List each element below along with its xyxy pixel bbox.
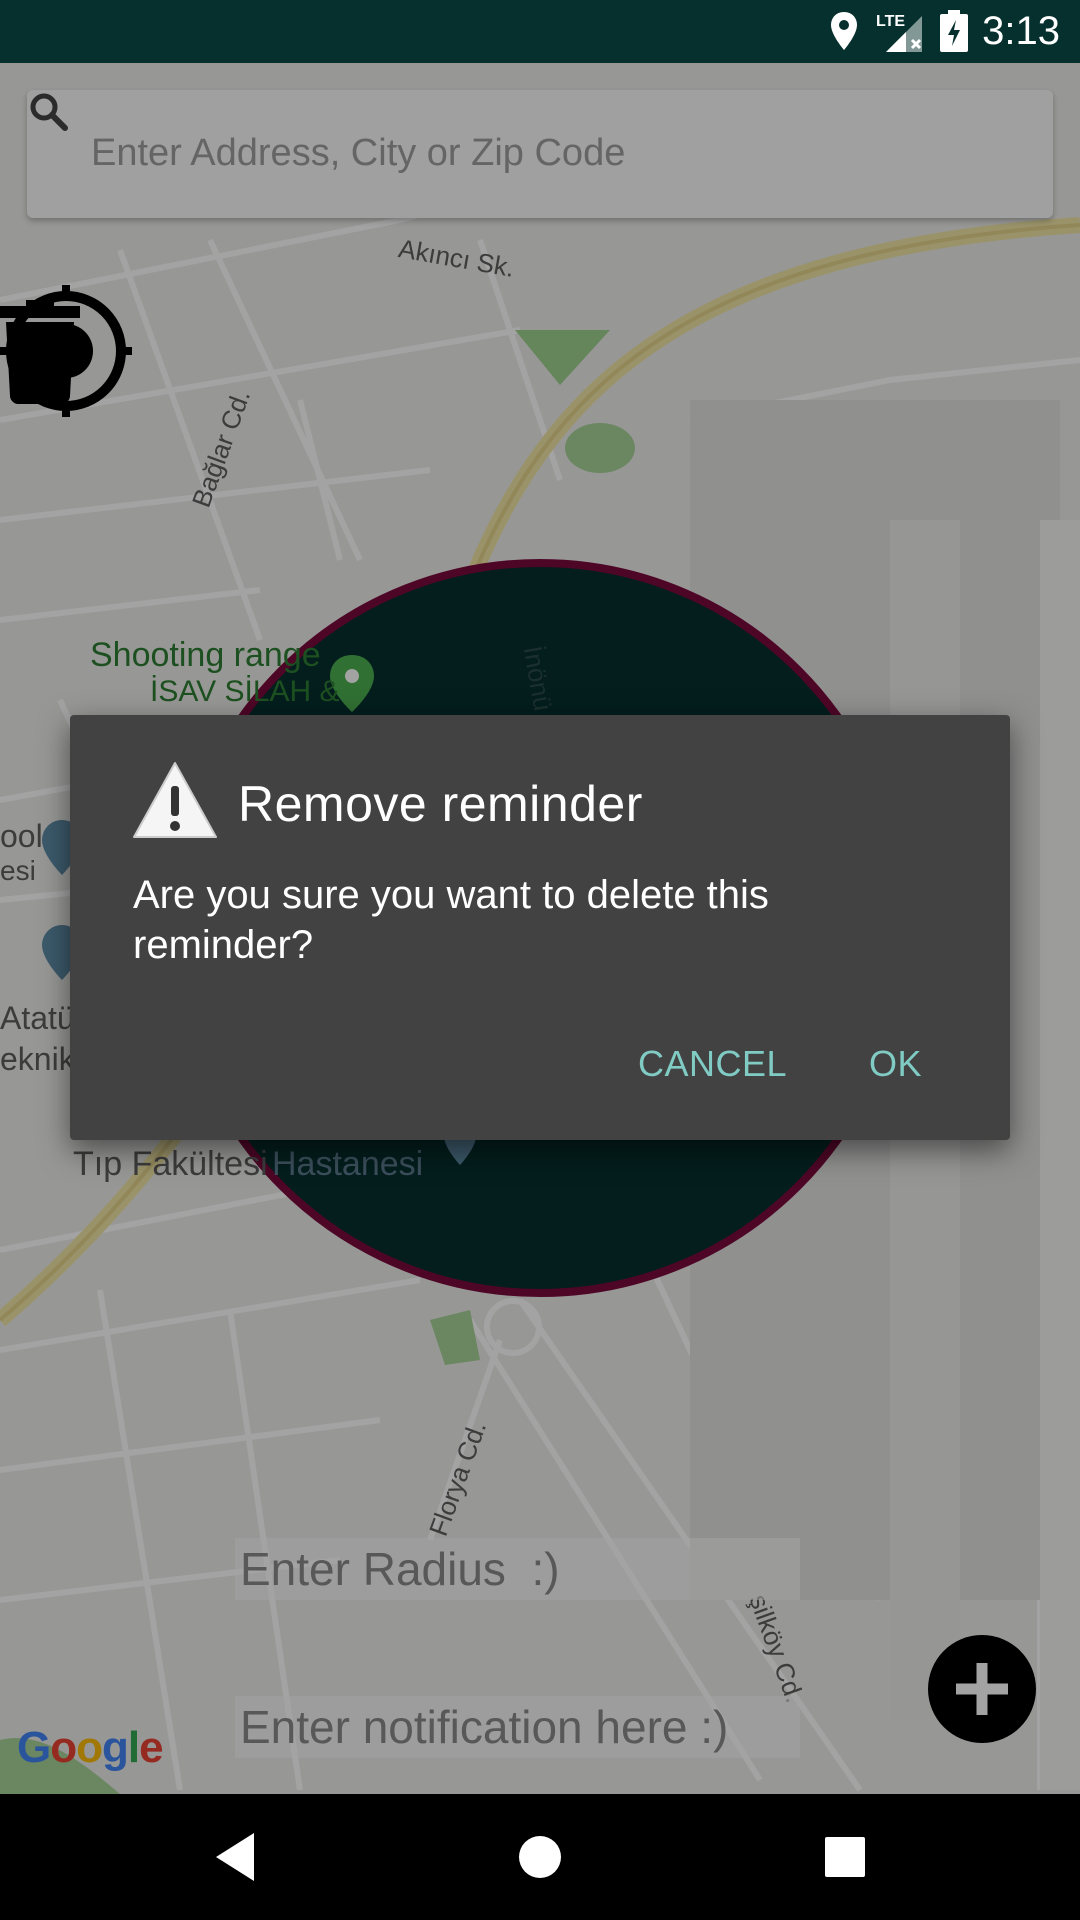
location-icon [831, 12, 857, 50]
ok-button[interactable]: OK [861, 1035, 930, 1093]
status-time: 3:13 [982, 9, 1060, 53]
status-bar: LTE 3:13 [0, 0, 1080, 63]
dialog-title: Remove reminder [238, 776, 643, 832]
back-icon[interactable] [212, 1831, 262, 1883]
cancel-button[interactable]: CANCEL [630, 1035, 795, 1093]
remove-reminder-dialog: Remove reminder Are you sure you want to… [70, 715, 1010, 1140]
home-icon[interactable] [518, 1831, 562, 1883]
dialog-message: Are you sure you want to delete this rem… [133, 873, 769, 967]
signal-icon: LTE [876, 13, 922, 52]
battery-charging-icon [940, 10, 968, 52]
recents-icon[interactable] [824, 1831, 866, 1883]
warning-icon [133, 762, 217, 838]
navigation-bar [0, 1794, 1080, 1920]
network-label: LTE [876, 13, 905, 30]
